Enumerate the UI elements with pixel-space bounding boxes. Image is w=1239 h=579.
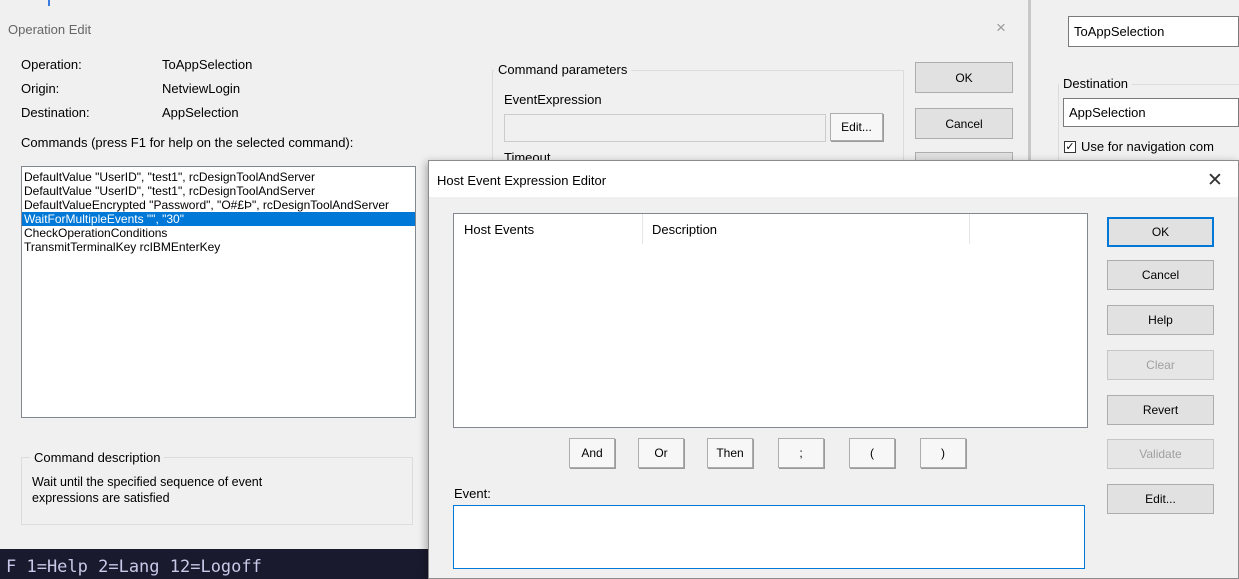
event-expression-edit-button[interactable]: Edit... [830,113,883,141]
operation-name-field[interactable]: ToAppSelection [1068,16,1239,47]
origin-value: NetviewLogin [162,81,241,96]
editor-validate-button[interactable]: Validate [1107,439,1214,469]
operator-and-button[interactable]: And [569,438,615,468]
column-separator[interactable] [642,214,643,244]
command-item[interactable]: CheckOperationConditions [22,226,415,240]
operator-open-paren-button[interactable]: ( [849,438,895,468]
operation-value: ToAppSelection [162,57,253,72]
editor-title: Host Event Expression Editor [437,173,607,188]
destination-group-label: Destination [1059,76,1133,91]
command-item[interactable]: TransmitTerminalKey rcIBMEnterKey [22,240,415,254]
command-item-selected[interactable]: WaitForMultipleEvents "", "30" [22,212,415,226]
command-item[interactable]: DefaultValueEncrypted "Password", "O#£Þ"… [22,198,415,212]
commands-label: Commands (press F1 for help on the selec… [21,135,354,150]
operator-semicolon-button[interactable]: ; [778,438,824,468]
editor-ok-button[interactable]: OK [1107,217,1214,247]
operator-then-button[interactable]: Then [707,438,753,468]
operation-edit-title: Operation Edit [8,22,92,37]
event-expression-input[interactable] [504,114,826,142]
operation-edit-close-icon[interactable]: × [996,18,1006,38]
destination-value: AppSelection [162,105,239,120]
commands-list[interactable]: DefaultValue "UserID", "test1", rcDesign… [21,166,416,418]
operation-ok-button[interactable]: OK [915,62,1013,93]
background-accent-mark [48,0,62,6]
command-parameters-label: Command parameters [494,62,632,77]
host-event-expression-editor-dialog: Host Event Expression Editor ✕ Host Even… [428,160,1239,579]
event-expression-textbox[interactable] [453,505,1085,569]
editor-cancel-button[interactable]: Cancel [1107,260,1214,290]
command-item[interactable]: DefaultValue "UserID", "test1", rcDesign… [22,170,415,184]
column-header-description[interactable]: Description [652,222,717,242]
terminal-function-keys: F 1=Help 2=Lang 12=Logoff [6,557,262,577]
command-item[interactable]: DefaultValue "UserID", "test1", rcDesign… [22,184,415,198]
column-header-host-events[interactable]: Host Events [464,222,534,242]
column-separator[interactable] [969,214,970,244]
operator-close-paren-button[interactable]: ) [920,438,966,468]
command-description-label: Command description [30,450,165,465]
operation-label: Operation: [21,57,82,72]
host-events-list[interactable]: Host Events Description [453,213,1088,428]
editor-revert-button[interactable]: Revert [1107,395,1214,425]
event-label: Event: [454,486,491,501]
destination-label: Destination: [21,105,90,120]
destination-field[interactable]: AppSelection [1063,98,1239,127]
operator-or-button[interactable]: Or [638,438,684,468]
editor-close-icon[interactable]: ✕ [1207,169,1223,192]
editor-clear-button[interactable]: Clear [1107,350,1214,380]
operation-cancel-button[interactable]: Cancel [915,108,1013,139]
origin-label: Origin: [21,81,60,96]
editor-edit-button[interactable]: Edit... [1107,484,1214,514]
use-for-navigation-label: Use for navigation com [1081,139,1214,154]
command-description-text: Wait until the specified sequence of eve… [32,475,263,505]
event-expression-label: EventExpression [504,92,602,107]
use-for-navigation-checkbox[interactable]: ✓ [1064,141,1076,153]
editor-help-button[interactable]: Help [1107,305,1214,335]
